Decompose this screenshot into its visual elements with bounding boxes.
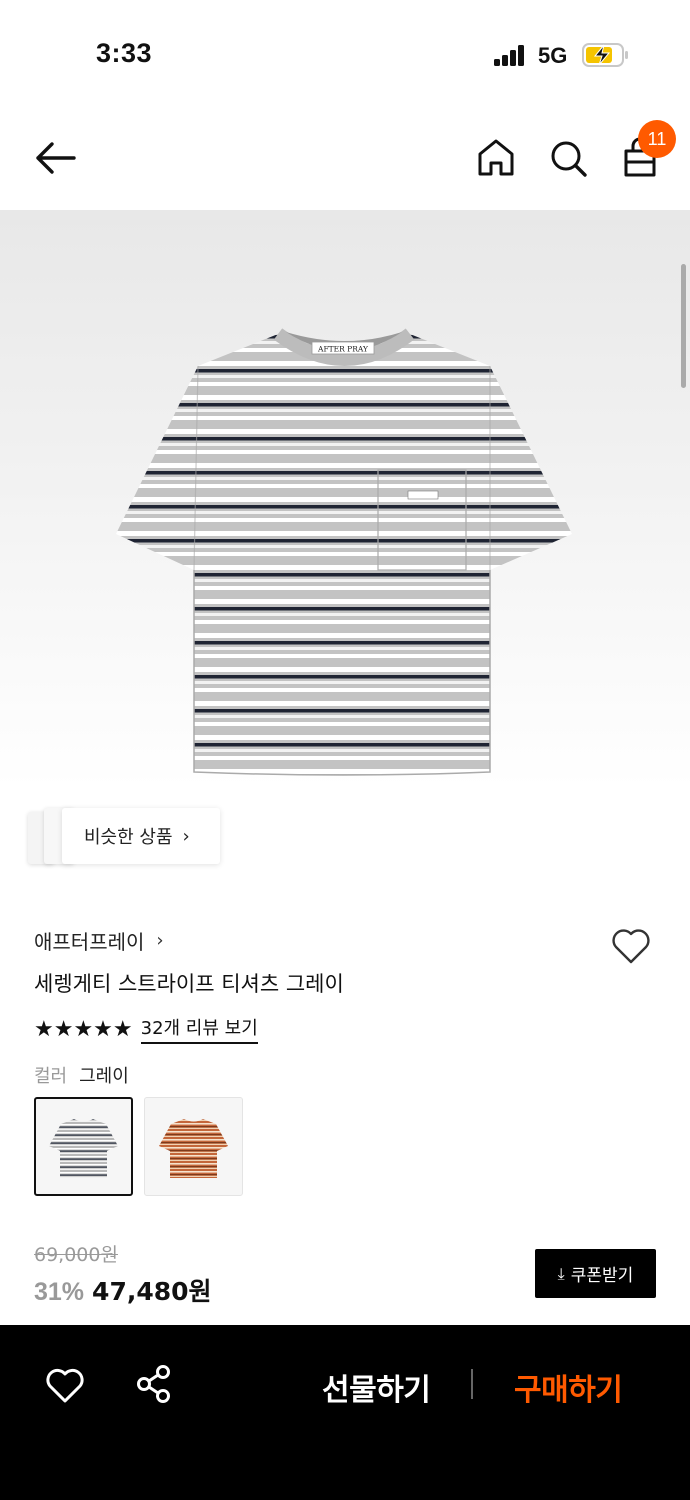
svg-text:AFTER PRAY: AFTER PRAY [317,345,369,354]
divider [471,1369,473,1399]
buy-button[interactable]: 구매하기 [514,1365,623,1409]
chevron-right-icon: › [182,825,190,847]
coupon-label: 쿠폰받기 [570,1266,634,1286]
sale-price: 47,480원 [92,1277,212,1306]
original-price: 69,000원 [34,1244,118,1266]
review-link[interactable]: 32개 리뷰 보기 [140,1014,258,1044]
similar-products-pill[interactable]: 비슷한 상품 › [62,808,220,864]
home-icon[interactable] [474,134,518,182]
color-row: 컬러 그레이 [34,1062,129,1088]
striped-tshirt-image: AFTER PRAY [116,328,572,776]
color-label: 컬러 [34,1066,68,1087]
battery-icon [582,43,628,67]
scrollbar[interactable] [681,264,686,388]
network-label: 5G [538,43,568,68]
heart-icon[interactable] [44,1365,86,1405]
sale-price-row: 31% 47,480원 [34,1272,212,1308]
coupon-button[interactable]: ⤓ 쿠폰받기 [535,1249,656,1298]
cart-count-badge: 11 [638,120,676,158]
bottom-action-bar: 선물하기 구매하기 [0,1325,690,1500]
signal-icon [494,44,526,66]
chevron-right-icon: › [156,930,164,951]
search-icon[interactable] [546,134,590,182]
color-swatch-gray[interactable] [34,1097,133,1196]
download-icon: ⤓ [557,1263,565,1283]
rating-row: ★★★★★ 32개 리뷰 보기 [34,1014,258,1044]
brand-link[interactable]: 애프터프레이 › [34,926,164,955]
status-time: 3:33 [96,38,153,68]
orange-tshirt-thumbnail [159,1119,228,1178]
gray-tshirt-thumbnail [49,1119,118,1178]
share-icon[interactable] [134,1363,174,1405]
gift-button[interactable]: 선물하기 [322,1365,431,1409]
brand-name[interactable]: 애프터프레이 [34,926,144,955]
back-arrow-icon[interactable] [30,138,80,178]
status-bar: 3:33 5G [0,0,690,110]
rating-stars: ★★★★★ [34,1016,133,1042]
similar-products-button[interactable]: 비슷한 상품 › [28,808,220,864]
color-value: 그레이 [79,1066,129,1087]
color-swatch-orange[interactable] [144,1097,243,1196]
heart-icon[interactable] [608,922,654,968]
discount-rate: 31% [34,1278,85,1306]
top-nav: 11 [0,110,690,210]
product-title: 세렝게티 스트라이프 티셔츠 그레이 [34,972,344,996]
similar-products-label: 비슷한 상품 [84,827,173,848]
product-image[interactable]: AFTER PRAY [0,210,690,890]
